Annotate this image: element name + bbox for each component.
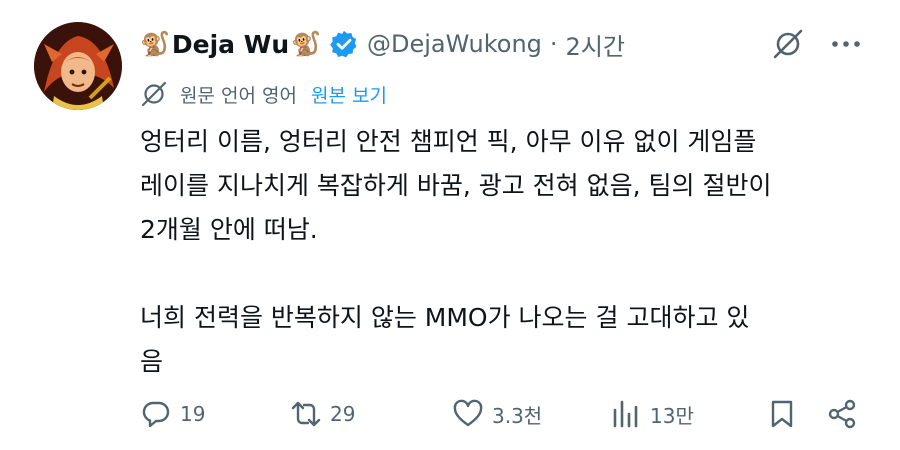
separator-dot: · <box>549 30 558 58</box>
retweet-icon <box>291 401 321 427</box>
views-button[interactable]: 13만 <box>610 392 694 436</box>
reply-icon <box>142 401 170 428</box>
show-original-link[interactable]: 원본 보기 <box>311 81 387 108</box>
translation-source-label: 원문 언어 영어 <box>180 84 297 107</box>
reply-button[interactable]: 19 <box>140 392 205 436</box>
share-button[interactable] <box>826 392 866 436</box>
action-bar: 19 29 3.3천 13만 <box>140 392 870 436</box>
timestamp[interactable]: 2시간 <box>566 27 625 62</box>
tweet-text-line: 2개월 안에 떠남. <box>140 215 318 244</box>
reply-count: 19 <box>180 402 206 426</box>
retweet-button[interactable]: 29 <box>290 392 355 436</box>
author-handle[interactable]: @DejaWukong <box>367 30 542 58</box>
like-button[interactable]: 3.3천 <box>452 392 542 436</box>
verified-badge-icon <box>330 30 357 58</box>
like-count: 3.3천 <box>492 403 543 428</box>
author-name-link[interactable]: 🐒 Deja Wu 🐒 <box>140 30 321 59</box>
retweet-count: 29 <box>330 402 356 426</box>
translate-icon <box>141 81 167 107</box>
tweet-text-line: 너희 전력을 반복하지 않는 MMO가 나오는 걸 고대하고 있 <box>140 303 750 332</box>
grok-icon <box>773 29 803 59</box>
monkey-emoji: 🐒 <box>291 30 322 58</box>
more-icon <box>832 41 860 47</box>
views-count: 13만 <box>650 403 694 428</box>
tweet-text: 엉터리 이름, 엉터리 안전 챔피언 픽, 아무 이유 없이 게임플 레이를 지… <box>140 120 860 384</box>
share-icon <box>828 399 856 429</box>
translation-bar: 원문 언어 영어 원본 보기 <box>140 78 387 110</box>
bookmark-icon <box>771 400 793 428</box>
views-icon <box>613 400 638 428</box>
tweet-text-line: 레이를 지나치게 복잡하게 바꿈, 광고 전혀 없음, 팀의 절반이 <box>140 171 772 200</box>
tweet-header: 🐒 Deja Wu 🐒 @DejaWukong · 2시간 <box>140 24 625 64</box>
tweet-text-line: 음 <box>140 347 164 376</box>
avatar[interactable] <box>34 22 122 110</box>
monkey-emoji: 🐒 <box>140 30 170 58</box>
tweet-text-line: 엉터리 이름, 엉터리 안전 챔피언 픽, 아무 이유 없이 게임플 <box>140 127 757 156</box>
like-icon <box>453 399 483 427</box>
author-display-name[interactable]: Deja Wu <box>172 30 289 59</box>
bookmark-button[interactable] <box>766 392 806 436</box>
avatar-illustration <box>34 22 122 110</box>
more-options-button[interactable] <box>826 26 866 62</box>
grok-button[interactable] <box>770 26 806 62</box>
tweet-card[interactable]: 🐒 Deja Wu 🐒 @DejaWukong · 2시간 원문 언어 영어 원… <box>0 0 900 450</box>
